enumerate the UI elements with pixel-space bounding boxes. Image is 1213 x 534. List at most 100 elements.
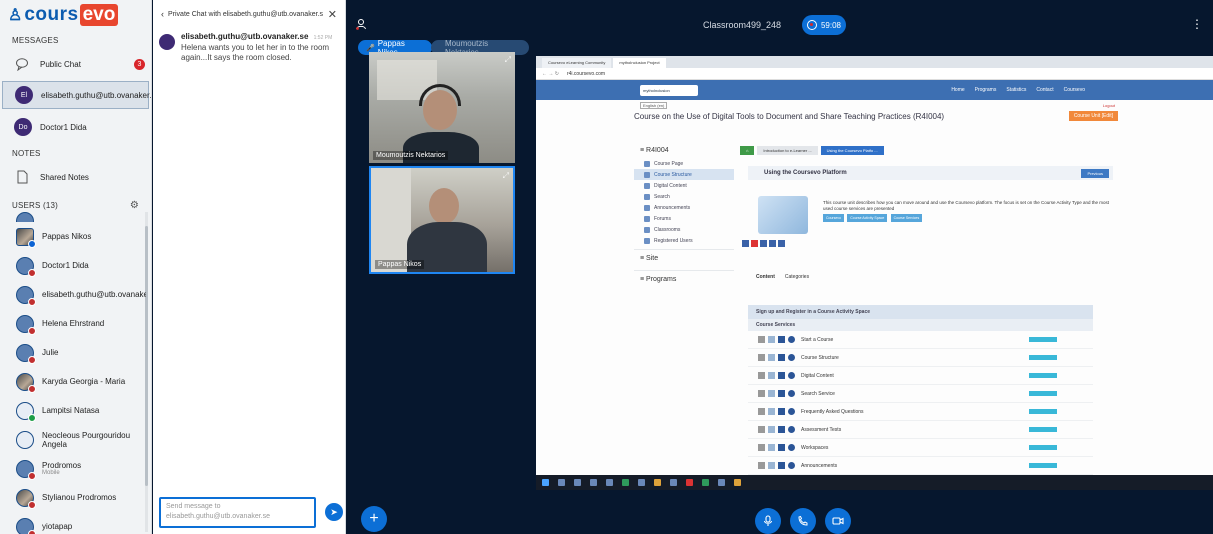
phone-icon (798, 515, 808, 526)
coursevo-logo[interactable]: ♙ cours evo (0, 0, 151, 30)
message-text: Helena wants you to let her in to the ro… (181, 43, 330, 62)
user-name: elisabeth.guthu@utb.ovanaker... (42, 290, 146, 299)
user-row[interactable]: Helena Ehrstrand (0, 309, 146, 338)
user-row[interactable]: yiotapap (0, 512, 146, 534)
share-webcam-button[interactable] (825, 508, 851, 534)
camera-icon (832, 517, 844, 525)
microphone-icon (763, 515, 773, 526)
course-menu: ≡ R4I004 Course Page Course Structure Di… (634, 142, 734, 288)
avatar (16, 401, 36, 422)
user-row[interactable]: Lampitsi Natasa (0, 396, 146, 425)
mic-icon: 🎤 (366, 44, 375, 52)
user-row[interactable]: Julie (0, 338, 146, 367)
close-icon[interactable]: ✕ (328, 8, 337, 21)
breadcrumb-item: Using the Coursevo Platfo ... (820, 145, 884, 155)
browser-tab: mythoInclusion Project (613, 58, 666, 68)
unread-badge: 3 (134, 58, 145, 70)
back-chevron-icon[interactable]: ‹ (161, 9, 164, 19)
avatar (16, 285, 36, 306)
expand-icon[interactable]: ⤢ (503, 171, 509, 181)
user-name: Helena Ehrstrand (42, 319, 105, 328)
user-row[interactable]: Doctor1 Dida (0, 251, 146, 280)
course-menu-item: Announcements (634, 202, 734, 213)
user-name: Julie (42, 348, 59, 357)
private-chat-elisabeth[interactable]: El elisabeth.guthu@utb.ovanaker.se (2, 81, 152, 109)
leave-audio-button[interactable] (790, 508, 816, 534)
chat-message-input[interactable]: Send message to elisabeth.guthu@utb.ovan… (159, 497, 316, 528)
user-name: Doctor1 Dida (42, 261, 89, 270)
user-row[interactable]: Prodromos Mobile (0, 454, 146, 483)
course-menu-item: Registered Users (634, 235, 734, 246)
avatar (16, 343, 36, 364)
avatar (16, 227, 36, 248)
screen-share[interactable]: Coursevo eLearning Community mythoInclus… (536, 56, 1213, 490)
avatar (159, 34, 175, 50)
actions-plus-button[interactable]: + (361, 506, 387, 532)
course-menu-item: Classrooms (634, 224, 734, 235)
user-name-block: Prodromos Mobile (42, 461, 81, 476)
settings-gear-icon[interactable]: ⚙ (130, 200, 139, 211)
timer-value: 59:08 (820, 20, 841, 30)
user-row[interactable]: Stylianou Prodromos (0, 483, 146, 512)
shared-notes-item[interactable]: Shared Notes (0, 163, 151, 191)
video-tile[interactable]: ⤢ Pappas Nikos (369, 166, 515, 274)
avatar (16, 256, 36, 277)
avatar (16, 459, 36, 480)
site-nav-item: Home (951, 87, 965, 93)
user-row[interactable]: Karyda Georgia - Maria (0, 367, 146, 396)
user-row[interactable]: Pappas Nikos (0, 222, 146, 251)
user-list: Pappas Nikos Doctor1 Dida elisabeth.guth… (0, 210, 146, 534)
user-name: Karyda Georgia - Maria (42, 377, 126, 386)
notes-heading-label: NOTES (12, 148, 41, 158)
public-chat-label: Public Chat (40, 59, 81, 69)
browser-tabs: Coursevo eLearning Community mythoInclus… (536, 56, 1213, 68)
private-chat-name: elisabeth.guthu@utb.ovanaker.se (41, 90, 152, 100)
browser-nav-icons: ← → ↻ (542, 70, 559, 77)
options-menu-icon[interactable]: ⋮ (1191, 17, 1203, 31)
site-header: mythoInclusion Home Programs Statistics … (536, 80, 1213, 100)
user-row[interactable]: Neocleous Pourgouridou Angela (0, 425, 146, 454)
video-tile[interactable]: ⤢ Moumoutzis Nektarios (369, 52, 515, 163)
users-heading-label: USERS (13) (12, 200, 59, 210)
user-name: Stylianou Prodromos (42, 493, 117, 502)
user-name: yiotapap (42, 522, 73, 531)
avatar (16, 488, 36, 509)
service-row: Assessment Tests (748, 421, 1093, 439)
content-tab: Content (756, 274, 775, 280)
user-row[interactable]: elisabeth.guthu@utb.ovanaker... (0, 280, 146, 309)
edit-course-unit: Course Unit [Edit] (1068, 111, 1118, 121)
plus-icon: + (369, 510, 379, 527)
shared-notes-label: Shared Notes (40, 172, 89, 182)
service-row: Workspaces (748, 439, 1093, 457)
user-row-partial (0, 210, 146, 222)
send-button[interactable]: ➤ (325, 503, 343, 521)
site-nav-item: Programs (974, 87, 997, 93)
expand-icon[interactable]: ⤢ (505, 55, 511, 65)
taskbar (536, 475, 1213, 490)
user-name: Lampitsi Natasa (42, 406, 100, 415)
private-chat-doctor1[interactable]: Do Doctor1 Dida (0, 113, 151, 141)
course-menu-item: Course Structure (634, 169, 734, 180)
record-icon (807, 20, 817, 30)
recording-timer[interactable]: 59:08 (802, 15, 846, 35)
message-author: elisabeth.guthu@utb.ovanaker.se (181, 32, 309, 41)
site-nav: Home Programs Statistics Contact Coursev… (951, 87, 1085, 93)
course-menu-group: ≡ Site (634, 249, 734, 267)
public-chat-item[interactable]: Public Chat 3 (0, 50, 151, 78)
address-text: r4i.coursevo.com (566, 70, 606, 77)
avatar (16, 430, 34, 449)
door-background (371, 168, 411, 272)
user-toggle-icon[interactable] (355, 18, 367, 33)
services-sub-head: Course Services (748, 319, 1093, 331)
logout-link: Logout (1102, 102, 1115, 108)
send-icon: ➤ (330, 506, 338, 517)
avatar (16, 372, 36, 393)
user-name: Prodromos (42, 461, 82, 470)
user-device: Mobile (42, 470, 60, 476)
breadcrumb-item: Introduction to e-Learner ... (757, 145, 818, 155)
message-body: elisabeth.guthu@utb.ovanaker.se 1:52 PM … (181, 32, 339, 63)
notes-icon (14, 169, 30, 185)
home-icon: ⌂ (740, 145, 755, 155)
mute-button[interactable] (755, 508, 781, 534)
avatar (16, 517, 36, 534)
